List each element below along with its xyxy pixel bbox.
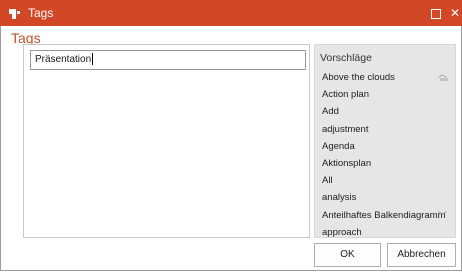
- tag-input-value: Präsentation: [35, 54, 92, 65]
- window-title: Tags: [28, 6, 54, 20]
- suggestions-title: Vorschläge: [320, 52, 372, 64]
- suggestion-item[interactable]: Aktionsplan: [322, 155, 446, 172]
- close-button[interactable]: ✕: [448, 0, 462, 26]
- ok-button[interactable]: OK: [314, 243, 381, 267]
- suggestion-item[interactable]: analysis: [322, 189, 446, 206]
- cancel-button[interactable]: Abbrechen: [387, 243, 456, 267]
- app-icon: [9, 7, 21, 19]
- scrollbar-thumb[interactable]: [440, 78, 448, 81]
- title-bar[interactable]: Tags ✕: [0, 0, 462, 26]
- tag-input[interactable]: Präsentation: [30, 50, 306, 70]
- suggestion-item[interactable]: Add: [322, 103, 446, 120]
- text-caret: [92, 53, 94, 66]
- suggestion-item[interactable]: approach: [322, 224, 446, 241]
- suggestion-item[interactable]: All: [322, 172, 446, 189]
- maximize-button[interactable]: [424, 0, 448, 26]
- suggestions-list: Above the clouds Action plan Add adjustm…: [322, 69, 446, 241]
- suggestion-item[interactable]: Above the clouds: [322, 69, 446, 86]
- suggestion-item[interactable]: adjustment: [322, 121, 446, 138]
- suggestion-item[interactable]: Agenda: [322, 138, 446, 155]
- maximize-icon: [431, 8, 441, 19]
- tags-panel: [23, 44, 310, 238]
- suggestion-item[interactable]: Anteilhaftes Balkendiagramm: [322, 207, 446, 224]
- close-icon: ✕: [449, 6, 461, 20]
- scroll-down-icon[interactable]: ﹀: [438, 209, 447, 222]
- suggestion-item[interactable]: Action plan: [322, 86, 446, 103]
